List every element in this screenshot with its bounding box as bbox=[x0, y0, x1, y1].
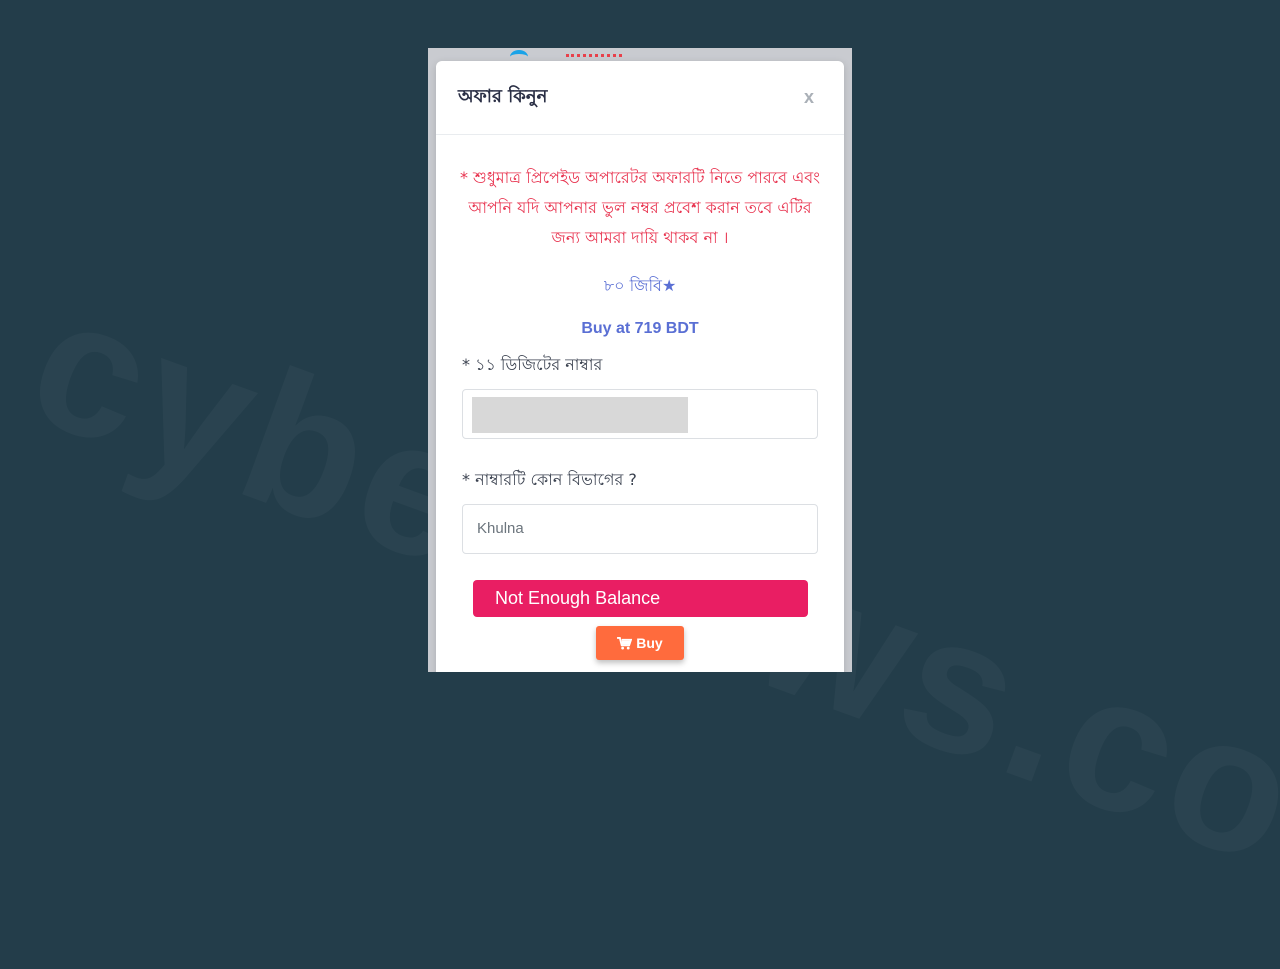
plan-name: ৮০ জিবি★ bbox=[603, 276, 677, 295]
modal-header: অফার কিনুন x bbox=[436, 61, 844, 135]
not-enough-balance-button[interactable]: Not Enough Balance bbox=[473, 580, 808, 617]
phone-screen: অফার কিনুন x * শুধুমাত্র প্রিপেইড অপারেট… bbox=[428, 48, 852, 672]
buy-button[interactable]: Buy bbox=[596, 626, 684, 660]
price-text: Buy at 719 BDT bbox=[581, 320, 699, 337]
buy-button-label: Buy bbox=[636, 635, 663, 651]
number-input[interactable] bbox=[462, 389, 818, 439]
number-label: * ১১ ডিজিটের নাম্বার bbox=[462, 355, 603, 374]
division-value: Khulna bbox=[477, 520, 524, 537]
close-button[interactable]: x bbox=[804, 87, 814, 108]
prepaid-warning: * শুধুমাত্র প্রিপেইড অপারেটর অফারটি নিতে… bbox=[459, 168, 821, 247]
cart-icon bbox=[617, 636, 633, 650]
buy-offer-modal: অফার কিনুন x * শুধুমাত্র প্রিপেইড অপারেট… bbox=[436, 61, 844, 672]
redacted-number bbox=[472, 397, 688, 433]
division-select[interactable]: Khulna bbox=[462, 504, 818, 554]
division-label: * নাম্বারটি কোন বিভাগের ? bbox=[462, 470, 637, 489]
modal-title: অফার কিনুন bbox=[458, 86, 548, 107]
